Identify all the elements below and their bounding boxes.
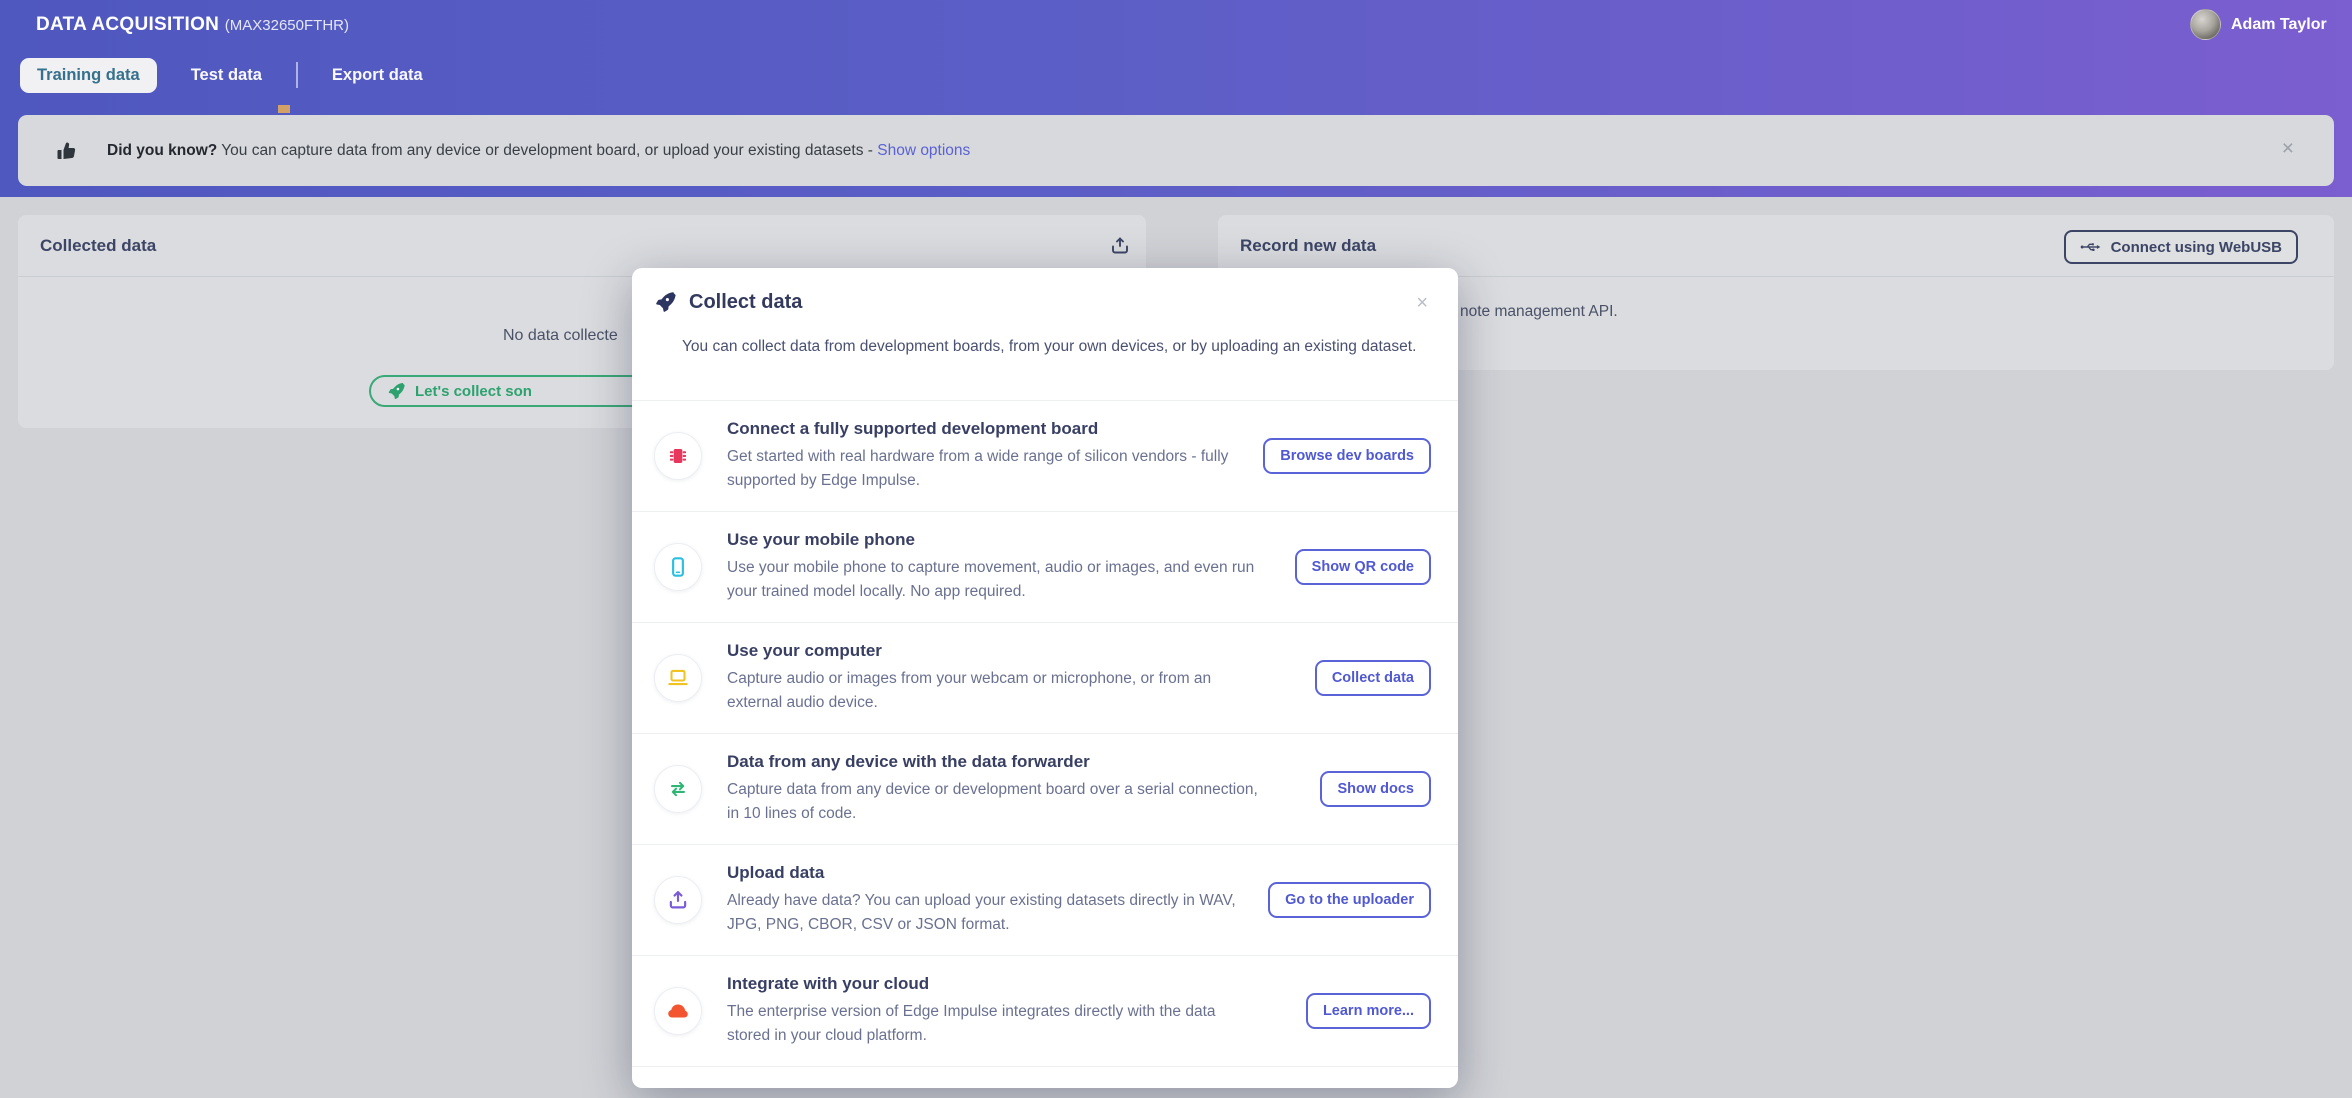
collect-data-button[interactable]: Collect data: [1315, 660, 1431, 696]
project-name: (MAX32650FTHR): [225, 17, 349, 34]
cloud-icon: [654, 987, 702, 1035]
page-title: DATA ACQUISITION (MAX32650FTHR): [36, 14, 349, 36]
data-forwarder-icon: [654, 765, 702, 813]
go-to-the-uploader-button[interactable]: Go to the uploader: [1268, 882, 1431, 918]
collect-option-use-your-computer: Use your computer Capture audio or image…: [632, 622, 1458, 733]
collect-option-title: Connect a fully supported development bo…: [727, 419, 1262, 439]
banner-text: Did you know? You can capture data from …: [107, 142, 970, 160]
modal-subtitle: You can collect data from development bo…: [682, 338, 1434, 356]
upload-icon: [654, 876, 702, 924]
modal-header: Collect data ×: [632, 268, 1458, 326]
collect-option-text: Upload data Already have data? You can u…: [727, 863, 1262, 937]
collected-data-title: Collected data: [40, 236, 156, 256]
rocket-icon: [654, 291, 676, 313]
collect-option-use-your-mobile-phone: Use your mobile phone Use your mobile ph…: [632, 511, 1458, 622]
tab-divider: [296, 62, 298, 88]
collect-option-description: Capture data from any device or developm…: [727, 778, 1262, 826]
browse-dev-boards-button[interactable]: Browse dev boards: [1263, 438, 1431, 474]
modal-footer: [632, 1066, 1458, 1078]
collect-option-title: Upload data: [727, 863, 1262, 883]
modal-close-icon[interactable]: ×: [1416, 292, 1428, 315]
collect-option-description: Get started with real hardware from a wi…: [727, 445, 1262, 493]
collect-option-text: Connect a fully supported development bo…: [727, 419, 1262, 493]
show-qr-code-button[interactable]: Show QR code: [1295, 549, 1431, 585]
collect-option-description: Use your mobile phone to capture movemen…: [727, 556, 1262, 604]
notification-dot: [278, 105, 290, 113]
show-docs-button[interactable]: Show docs: [1320, 771, 1431, 807]
collect-option-connect-a-fully-supported-development-board: Connect a fully supported development bo…: [632, 400, 1458, 511]
collect-option-text: Use your computer Capture audio or image…: [727, 641, 1262, 715]
collect-option-description: The enterprise version of Edge Impulse i…: [727, 1000, 1262, 1048]
collect-option-text: Use your mobile phone Use your mobile ph…: [727, 530, 1262, 604]
collect-data-modal: Collect data × You can collect data from…: [632, 268, 1458, 1088]
usb-icon: [2080, 239, 2102, 255]
rocket-icon: [387, 382, 405, 400]
collect-option-title: Use your computer: [727, 641, 1262, 661]
collect-option-text: Integrate with your cloud The enterprise…: [727, 974, 1262, 1048]
collect-option-title: Integrate with your cloud: [727, 974, 1262, 994]
collect-option-description: Already have data? You can upload your e…: [727, 889, 1262, 937]
connect-webusb-button[interactable]: Connect using WebUSB: [2064, 230, 2298, 264]
collect-option-title: Data from any device with the data forwa…: [727, 752, 1262, 772]
no-data-text: No data collecte: [503, 327, 618, 345]
upload-tray-icon[interactable]: [1108, 234, 1132, 258]
data-tabs: Training data Test data Export data: [20, 57, 423, 93]
learn-more-button[interactable]: Learn more...: [1306, 993, 1431, 1029]
banner-close-icon[interactable]: ×: [2282, 137, 2294, 161]
modal-title: Collect data: [689, 291, 802, 314]
chip-icon: [654, 432, 702, 480]
collect-option-text: Data from any device with the data forwa…: [727, 752, 1262, 826]
tab-export-data[interactable]: Export data: [332, 66, 423, 85]
remote-management-text: note management API.: [1460, 303, 1618, 321]
collect-option-integrate-with-your-cloud: Integrate with your cloud The enterprise…: [632, 955, 1458, 1066]
show-options-link[interactable]: Show options: [877, 142, 970, 159]
thumbs-up-icon: [55, 139, 79, 163]
collect-option-data-from-any-device-with-the-data-forwarder: Data from any device with the data forwa…: [632, 733, 1458, 844]
user-name[interactable]: Adam Taylor: [2231, 16, 2327, 34]
tab-test-data[interactable]: Test data: [191, 66, 262, 85]
phone-icon: [654, 543, 702, 591]
collect-option-upload-data: Upload data Already have data? You can u…: [632, 844, 1458, 955]
laptop-icon: [654, 654, 702, 702]
collect-option-description: Capture audio or images from your webcam…: [727, 667, 1262, 715]
record-new-data-title: Record new data: [1240, 236, 1376, 256]
avatar[interactable]: [2190, 9, 2221, 40]
did-you-know-banner: Did you know? You can capture data from …: [18, 115, 2334, 186]
collect-options-list: Connect a fully supported development bo…: [632, 400, 1458, 1066]
collect-option-title: Use your mobile phone: [727, 530, 1262, 550]
lets-collect-data-button[interactable]: Let's collect son: [369, 375, 669, 407]
tab-training-data[interactable]: Training data: [20, 58, 157, 93]
